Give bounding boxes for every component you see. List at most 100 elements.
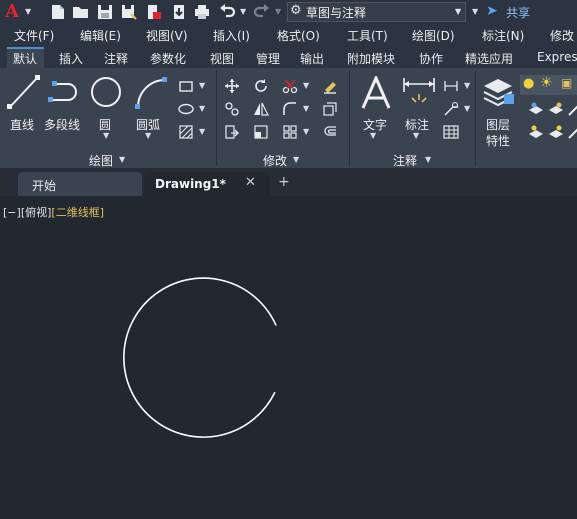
line-icon[interactable] (7, 74, 41, 110)
annotation-panel-title[interactable]: 注释 (393, 152, 417, 169)
dimension-icon[interactable] (402, 76, 436, 110)
quick-access-toolbar: A ▼ ▼ ▼ ⚙ 草图与注释 ▼ ▼ ➤ 共享 (0, 0, 577, 24)
trim-icon[interactable] (282, 78, 298, 94)
ribbon-tab-featured-apps[interactable]: 精选应用 (465, 50, 513, 67)
offset-icon[interactable] (322, 124, 338, 140)
save-icon[interactable] (96, 3, 114, 21)
menu-dimension[interactable]: 标注(N) (482, 27, 524, 44)
modify-panel-title[interactable]: 修改 (263, 152, 287, 169)
menu-edit[interactable]: 编辑(E) (80, 27, 121, 44)
menu-format[interactable]: 格式(O) (277, 27, 320, 44)
dimension-caret-icon[interactable]: ▼ (413, 131, 419, 140)
mirror-icon[interactable] (253, 101, 269, 117)
undo-icon[interactable] (218, 3, 236, 21)
lock-icon: ▣ (561, 76, 573, 90)
customize-caret-icon[interactable]: ▼ (472, 7, 478, 16)
modify-panel-expand-icon[interactable]: ▼ (293, 155, 299, 164)
copy-icon[interactable] (224, 101, 240, 117)
menu-draw[interactable]: 绘图(D) (412, 27, 455, 44)
open-icon[interactable] (72, 3, 90, 21)
stretch-icon[interactable] (224, 124, 240, 140)
layer-properties-label-line1[interactable]: 图层 (486, 116, 510, 133)
ribbon-tab-annotate[interactable]: 注释 (104, 50, 128, 67)
annotation-panel-expand-icon[interactable]: ▼ (425, 155, 431, 164)
ribbon-tab-express[interactable]: Expres (537, 50, 577, 64)
rectangle-icon[interactable] (178, 78, 194, 94)
new-tab-icon[interactable]: + (278, 174, 290, 190)
hatch-icon[interactable] (178, 124, 194, 140)
ribbon-tab-insert[interactable]: 插入 (59, 50, 83, 67)
workspace-dropdown-arrow-icon[interactable]: ▼ (455, 7, 461, 16)
fillet-icon[interactable] (282, 101, 298, 117)
import-icon[interactable] (170, 3, 188, 21)
layer-properties-label-line2[interactable]: 特性 (486, 132, 510, 149)
redo-caret-icon[interactable]: ▼ (275, 7, 281, 16)
circle-icon[interactable] (90, 76, 122, 108)
share-icon[interactable]: ➤ (486, 3, 498, 19)
menu-tools[interactable]: 工具(T) (347, 27, 388, 44)
tab-start-label[interactable]: 开始 (32, 177, 56, 194)
tab-drawing1-label[interactable]: Drawing1* (155, 177, 226, 191)
fillet-caret-icon[interactable]: ▼ (303, 104, 309, 113)
ribbon-tab-addins[interactable]: 附加模块 (347, 50, 395, 67)
text-caret-icon[interactable]: ▼ (370, 131, 376, 140)
ribbon-tab-view[interactable]: 视图 (210, 50, 234, 67)
layer-isolate-icon[interactable] (528, 101, 544, 117)
autocad-logo-icon[interactable]: A (5, 1, 19, 22)
ellipse-icon[interactable] (178, 101, 194, 117)
menu-insert[interactable]: 插入(I) (213, 27, 250, 44)
table-icon[interactable] (443, 124, 459, 140)
layer-off-icon[interactable] (528, 124, 544, 140)
layer-freeze-icon[interactable] (548, 101, 564, 117)
layer-lock-icon[interactable] (548, 124, 564, 140)
arc-entity[interactable] (123, 277, 277, 438)
menu-view[interactable]: 视图(V) (146, 27, 188, 44)
circle-caret-icon[interactable]: ▼ (103, 131, 109, 140)
panel-divider (475, 70, 476, 166)
move-icon[interactable] (224, 78, 240, 94)
save-as-icon[interactable] (120, 3, 138, 21)
menu-modify[interactable]: 修改 (550, 27, 574, 44)
array-caret-icon[interactable]: ▼ (303, 127, 309, 136)
erase-icon[interactable] (322, 78, 338, 94)
undo-caret-icon[interactable]: ▼ (240, 7, 246, 16)
linear-dimension-caret-icon[interactable]: ▼ (464, 81, 470, 90)
trim-caret-icon[interactable]: ▼ (303, 81, 309, 90)
arc-icon[interactable] (134, 76, 168, 110)
draw-panel-expand-icon[interactable]: ▼ (119, 155, 125, 164)
ribbon-tab-default[interactable]: 默认 (13, 50, 37, 67)
ribbon-tab-output[interactable]: 输出 (300, 50, 324, 67)
app-menu-caret-icon[interactable]: ▼ (25, 7, 31, 16)
hatch-caret-icon[interactable]: ▼ (199, 127, 205, 136)
polyline-tool-label[interactable]: 多段线 (44, 116, 80, 133)
ellipse-caret-icon[interactable]: ▼ (199, 104, 205, 113)
new-icon[interactable] (49, 3, 67, 21)
polyline-icon[interactable] (48, 78, 82, 104)
explode-icon[interactable] (322, 101, 338, 117)
layer-match-icon[interactable] (567, 101, 577, 117)
redo-icon[interactable] (253, 3, 271, 21)
rotate-icon[interactable] (253, 78, 269, 94)
arc-caret-icon[interactable]: ▼ (145, 131, 151, 140)
publish-icon[interactable] (145, 3, 163, 21)
ribbon-tab-parametric[interactable]: 参数化 (150, 50, 186, 67)
leader-caret-icon[interactable]: ▼ (464, 104, 470, 113)
draw-panel-title[interactable]: 绘图 (89, 152, 113, 169)
text-icon[interactable] (361, 76, 391, 110)
layer-properties-icon[interactable] (482, 76, 516, 110)
drawing-canvas[interactable] (0, 196, 577, 519)
ribbon-tab-collaborate[interactable]: 协作 (419, 50, 443, 67)
menu-file[interactable]: 文件(F) (14, 27, 54, 44)
print-icon[interactable] (193, 3, 211, 21)
ribbon-tab-manage[interactable]: 管理 (256, 50, 280, 67)
rectangle-caret-icon[interactable]: ▼ (199, 81, 205, 90)
share-button[interactable]: 共享 (506, 4, 530, 21)
sun-icon: ☀ (540, 75, 553, 91)
array-icon[interactable] (282, 124, 298, 140)
close-icon[interactable]: ✕ (245, 175, 256, 190)
layer-walk-icon[interactable] (567, 124, 577, 140)
leader-icon[interactable] (443, 101, 459, 117)
scale-icon[interactable] (253, 124, 269, 140)
line-tool-label[interactable]: 直线 (10, 116, 34, 133)
linear-dimension-icon[interactable] (443, 78, 459, 94)
